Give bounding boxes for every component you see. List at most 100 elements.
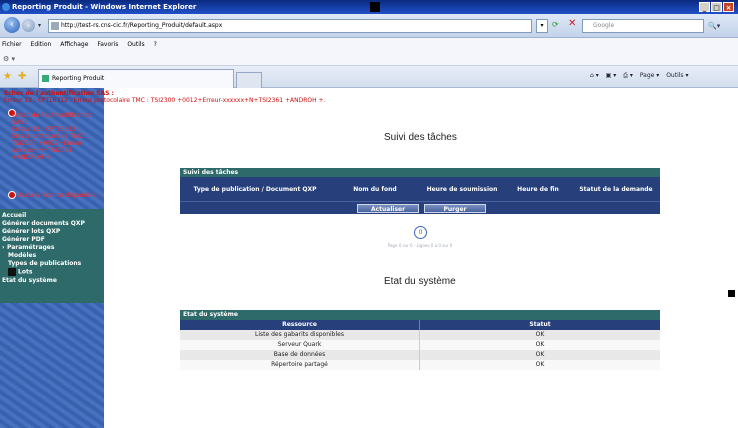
sidebar-item-generer-pdf[interactable]: Générer PDF	[2, 236, 102, 244]
close-button[interactable]: ×	[723, 2, 734, 12]
ie-icon	[2, 3, 10, 11]
url-input[interactable]: http://test-rs.cns-cic.fr/Reporting_Prod…	[48, 19, 532, 33]
page-icon	[51, 22, 59, 30]
sidebar-item-generer-lots[interactable]: Générer lots QXP	[2, 228, 102, 236]
minimize-button[interactable]: _	[699, 2, 710, 12]
pager-status: Page 0 sur 0 - Lignes 0 à 0 sur 0	[387, 243, 453, 248]
auth-error-detail: Erreur 13 : CPTL6312 : Erreur protocolai…	[4, 97, 326, 104]
sidebar-item-accueil[interactable]: Accueil	[2, 212, 102, 220]
column-header: Statut	[529, 321, 551, 328]
window-title: Reporting Produit - Windows Internet Exp…	[12, 3, 197, 11]
system-table-body: Liste des gabarits disponibles OK Serveu…	[180, 330, 660, 370]
redaction-mark	[728, 290, 735, 297]
menu-favoris[interactable]: Favoris	[97, 41, 118, 48]
page-menu[interactable]: Page ▾	[640, 72, 659, 79]
menu-affichage[interactable]: Affichage	[60, 41, 88, 48]
column-header: Ressource	[180, 320, 420, 330]
purge-button[interactable]: Purger	[424, 204, 486, 213]
tab-label: Reporting Produit	[52, 75, 105, 82]
active-marker-icon	[8, 268, 16, 276]
page-viewport: Echec de l'authentification SAS : Erreur…	[0, 88, 720, 428]
menu-outils[interactable]: Outils	[127, 41, 144, 48]
back-button[interactable]: ‹	[4, 17, 20, 33]
column-header[interactable]: Nom du fond	[330, 177, 420, 201]
search-placeholder: Google	[593, 22, 615, 29]
url-text: http://test-rs.cns-cic.fr/Reporting_Prod…	[61, 22, 223, 29]
toolbar-options-icon[interactable]: ⚙ ▾	[3, 55, 15, 63]
sidebar-error-line: xxxxxx+N+TSI2361	[12, 147, 73, 154]
sidebar-item-modeles[interactable]: Modèles	[2, 252, 102, 260]
sidebar-item-label: Paramétrages	[7, 244, 55, 251]
feeds-icon[interactable]: ▣ ▾	[606, 72, 617, 79]
tab-reporting-produit[interactable]: Reporting Produit	[38, 69, 234, 88]
task-table-header: Type de publication / Document QXP Nom d…	[180, 177, 660, 201]
task-actions-row: Actualiser Purger	[180, 201, 660, 214]
system-table-header: Ressource Statut	[180, 320, 660, 330]
search-icon[interactable]: 🔍▾	[708, 19, 732, 33]
sidebar-error-line: TSI2300 +0012+Erreur	[12, 140, 83, 147]
system-status-table: Etat du système Ressource Statut Liste d…	[180, 310, 660, 370]
sidebar-menu: Accueil Générer documents QXP Générer lo…	[0, 209, 104, 303]
menu-edition[interactable]: Edition	[31, 41, 52, 48]
new-tab-button[interactable]	[236, 72, 262, 88]
menu-help[interactable]: ?	[154, 41, 157, 48]
system-panel-header: Etat du système	[180, 310, 660, 320]
status-cell: OK	[535, 361, 545, 368]
resource-cell: Serveur Quark	[180, 340, 420, 350]
auth-error-message: Echec de l'authentification SAS : Erreur…	[4, 90, 464, 104]
auth-error-title: Echec de l'authentification SAS :	[4, 90, 114, 97]
sidebar-error-line: Erreur 13 : CPTL6312 :	[12, 126, 80, 133]
column-header[interactable]: Heure de soumission	[420, 177, 504, 201]
status-cell: OK	[535, 351, 545, 358]
maximize-button[interactable]: □	[711, 2, 722, 12]
search-input[interactable]: Google	[582, 19, 704, 33]
url-dropdown-button[interactable]: ▾	[536, 19, 548, 33]
suivi-section-title: Suivi des tâches	[384, 132, 457, 143]
table-row: Liste des gabarits disponibles OK	[180, 330, 660, 340]
forward-button[interactable]: ›	[22, 19, 35, 32]
sidebar-item-etat-systeme[interactable]: Etat du système	[2, 277, 102, 285]
menu-bar: Fichier Edition Affichage Favoris Outils…	[0, 38, 738, 52]
resource-cell: Liste des gabarits disponibles	[180, 330, 420, 340]
history-dropdown-icon[interactable]: ▾	[38, 22, 41, 29]
task-panel-header: Suivi des tâches	[180, 168, 660, 177]
column-header[interactable]: Heure de fin	[504, 177, 572, 201]
resource-cell: Base de données	[180, 350, 420, 360]
refresh-icon[interactable]: ⟳	[552, 20, 559, 29]
favorites-star-icon[interactable]: ★	[3, 71, 12, 82]
vertical-scrollbar[interactable]	[720, 88, 738, 428]
pager-current-page[interactable]: 0	[414, 226, 427, 239]
etat-section-title: Etat du système	[384, 276, 456, 287]
column-header[interactable]: Type de publication / Document QXP	[180, 177, 330, 201]
print-icon[interactable]: ⎙ ▾	[623, 72, 633, 79]
links-toolbar: ⚙ ▾	[0, 52, 738, 66]
error-bullet-icon	[8, 191, 16, 199]
status-cell: OK	[535, 341, 545, 348]
table-row: Serveur Quark OK	[180, 340, 660, 350]
sidebar-error-line: SAS :	[12, 119, 28, 126]
table-row: Base de données OK	[180, 350, 660, 360]
sidebar-error-line: Erreur protocolaire TMC :	[12, 133, 88, 140]
tab-bar: ★ ✚ Reporting Produit ⌂ ▾ ▣ ▾ ⎙ ▾ Page ▾…	[0, 66, 738, 88]
add-favorite-icon[interactable]: ✚	[18, 71, 26, 82]
sidebar-item-parametrages[interactable]: › Paramétrages	[2, 244, 102, 252]
stop-icon[interactable]: ✕	[568, 18, 576, 29]
status-cell: OK	[535, 331, 545, 338]
menu-fichier[interactable]: Fichier	[2, 41, 22, 48]
resource-cell: Répertoire partagé	[180, 360, 420, 370]
sidebar-item-label: Lots	[18, 268, 33, 276]
sidebar-item-types-publications[interactable]: Types de publications	[2, 260, 102, 268]
sidebar-item-generer-documents[interactable]: Générer documents QXP	[2, 220, 102, 228]
tab-favicon-icon	[42, 75, 49, 82]
sidebar-item-lots[interactable]: Lots	[2, 268, 102, 277]
refresh-button[interactable]: Actualiser	[357, 204, 419, 213]
home-icon[interactable]: ⌂ ▾	[590, 72, 599, 79]
column-header[interactable]: Statut de la demande	[572, 177, 660, 201]
sidebar-error-line: +ANDROH +.	[12, 154, 53, 161]
window-titlebar: Reporting Produit - Windows Internet Exp…	[0, 0, 738, 14]
tools-menu[interactable]: Outils ▾	[666, 72, 688, 79]
table-row: Répertoire partagé OK	[180, 360, 660, 370]
sidebar-license-error: Aucune licence disponible :	[18, 192, 101, 199]
redaction-block	[370, 2, 380, 12]
task-table: Suivi des tâches Type de publication / D…	[180, 168, 660, 214]
